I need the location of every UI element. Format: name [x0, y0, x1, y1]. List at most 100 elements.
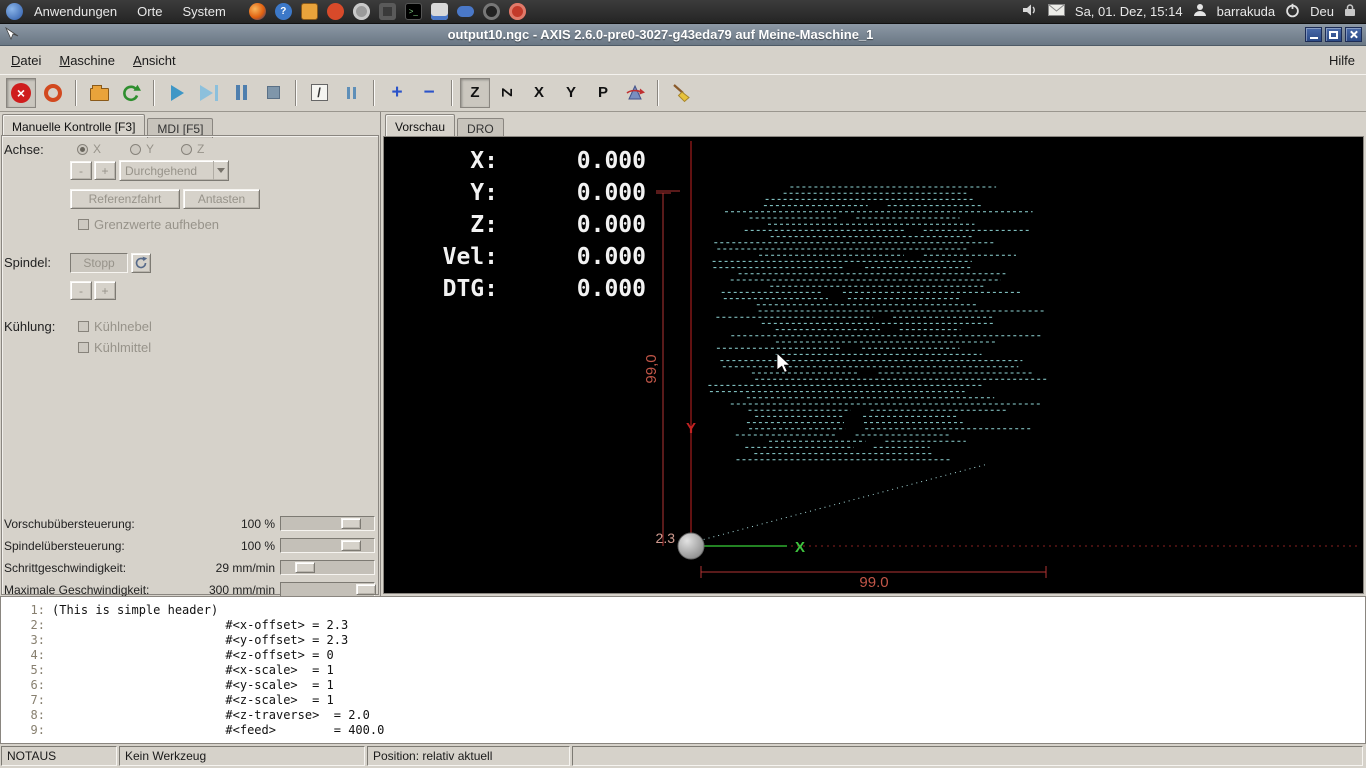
axis-z-radio[interactable]	[181, 144, 192, 155]
rotate-view-button[interactable]	[620, 78, 650, 108]
spindle-brake-button[interactable]	[131, 253, 151, 273]
view-perspective-button[interactable]: P	[588, 78, 618, 108]
gcode-line[interactable]: 5: #<x-scale> = 1	[1, 663, 1365, 678]
jog-speed-handle[interactable]	[294, 562, 315, 573]
x-axis-label: X	[795, 539, 805, 556]
statusbar-filler	[572, 746, 1363, 766]
spindle-override-handle[interactable]	[341, 540, 361, 551]
text-editor-icon[interactable]	[430, 3, 448, 20]
stop-program-button[interactable]	[258, 78, 288, 108]
window-title: output10.ngc - AXIS 2.6.0-pre0-3027-g43e…	[447, 27, 874, 42]
reload-icon	[123, 84, 141, 101]
max-velocity-slider[interactable]	[280, 582, 376, 597]
run-step-button[interactable]	[194, 78, 224, 108]
view-top-button[interactable]: Z	[460, 77, 490, 108]
axis-y-radio[interactable]	[130, 144, 141, 155]
clear-plot-button[interactable]	[666, 78, 696, 108]
titlebar[interactable]: output10.ngc - AXIS 2.6.0-pre0-3027-g43e…	[0, 24, 1366, 46]
step-icon	[200, 84, 213, 101]
jog-speed-slider[interactable]	[280, 560, 375, 575]
menu-hilfe[interactable]: Hilfe	[1320, 48, 1364, 73]
keyboard-layout[interactable]: Deu	[1310, 4, 1334, 19]
run-program-button[interactable]	[162, 78, 192, 108]
package-manager-icon[interactable]	[456, 6, 474, 17]
terminal-icon[interactable]: >_	[404, 3, 422, 20]
menu-maschine[interactable]: Maschine	[50, 48, 124, 73]
gcode-line[interactable]: 7: #<z-scale> = 1	[1, 693, 1365, 708]
gcode-line[interactable]: 4: #<z-offset> = 0	[1, 648, 1365, 663]
toggle-skip-lines-button[interactable]: /	[304, 78, 334, 108]
mouse-cursor	[776, 352, 792, 373]
gcode-line[interactable]: 9: #<feed> = 400.0	[1, 723, 1365, 738]
tab-dro[interactable]: DRO	[457, 118, 504, 138]
help-browser-icon[interactable]: ?	[274, 3, 292, 20]
mail-icon[interactable]	[1047, 4, 1065, 19]
distributor-logo-icon[interactable]	[6, 3, 23, 20]
view-rotated-top-button[interactable]: Z	[492, 78, 522, 108]
jog-minus-button[interactable]: -	[70, 161, 92, 180]
user-name[interactable]: barrakuda	[1217, 4, 1276, 19]
spindle-turn-icon	[135, 256, 148, 269]
jog-increment-select[interactable]: Durchgehend	[119, 160, 229, 181]
zoom-out-button[interactable]: −	[414, 78, 444, 108]
gcode-line[interactable]: 3: #<y-offset> = 2.3	[1, 633, 1365, 648]
window-controls	[1302, 27, 1362, 42]
tab-manual-control[interactable]: Manuelle Kontrolle [F3]	[2, 114, 146, 136]
volume-icon[interactable]	[1022, 3, 1038, 20]
view-side-button[interactable]: X	[524, 78, 554, 108]
machine-power-button[interactable]	[38, 78, 68, 108]
clock[interactable]: Sa, 01. Dez, 15:14	[1075, 4, 1183, 19]
preview-canvas[interactable]: Y X 99,0 99.0 2.3 X: 0.000 Y: 0.000 Z: 0…	[383, 136, 1364, 594]
chat-icon[interactable]	[326, 3, 344, 20]
gcode-line[interactable]: 8: #<z-traverse> = 2.0	[1, 708, 1365, 723]
settings-icon[interactable]	[508, 3, 526, 20]
open-file-button[interactable]	[84, 78, 114, 108]
feed-override-slider[interactable]	[280, 516, 375, 531]
desktop: Anwendungen Orte System ? >_ Sa, 01. Dez…	[0, 0, 1366, 768]
toolbar-separator	[451, 79, 453, 106]
maximize-button[interactable]	[1325, 27, 1342, 42]
gcode-line[interactable]: 1: (This is simple header)	[1, 603, 1365, 618]
flood-checkbox[interactable]	[78, 342, 89, 353]
spindle-plus-button[interactable]: +	[94, 281, 116, 300]
home-axis-button[interactable]: Referenzfahrt	[70, 189, 180, 209]
view-front-button[interactable]: Y	[556, 78, 586, 108]
feed-override-handle[interactable]	[341, 518, 361, 529]
toggle-optional-pause-button[interactable]	[336, 78, 366, 108]
shutdown-icon[interactable]	[1285, 3, 1300, 21]
gcode-line[interactable]: 6: #<y-scale> = 1	[1, 678, 1365, 693]
zoom-in-button[interactable]: +	[382, 78, 412, 108]
gcode-listing[interactable]: 1: (This is simple header) 2: #<x-offset>…	[0, 596, 1366, 744]
applications-menu[interactable]: Anwendungen	[25, 1, 126, 22]
screenshot-icon[interactable]	[378, 3, 396, 20]
places-menu[interactable]: Orte	[128, 1, 171, 22]
spindle-stop-button[interactable]: Stopp	[70, 253, 128, 273]
axis-x-label: X	[93, 142, 102, 156]
gimp-icon[interactable]	[352, 3, 370, 20]
touch-off-button[interactable]: Antasten	[183, 189, 260, 209]
dro-row-x: X: 0.000	[470, 148, 646, 174]
mist-checkbox[interactable]	[78, 321, 89, 332]
panel-menus: Anwendungen Orte System	[0, 1, 235, 22]
axis-x-radio[interactable]	[77, 144, 88, 155]
gcode-line[interactable]: 2: #<x-offset> = 2.3	[1, 618, 1365, 633]
max-velocity-handle[interactable]	[356, 584, 376, 595]
machine-power-icon	[44, 83, 62, 102]
menu-datei[interactable]: Datei	[2, 48, 50, 73]
tab-vorschau[interactable]: Vorschau	[385, 114, 456, 136]
file-manager-icon[interactable]	[300, 3, 318, 20]
pause-program-button[interactable]	[226, 78, 256, 108]
minimize-button[interactable]	[1305, 27, 1322, 42]
reload-file-button[interactable]	[116, 78, 146, 108]
override-limits-checkbox[interactable]	[78, 219, 89, 230]
jog-plus-button[interactable]: +	[94, 161, 116, 180]
spindle-override-slider[interactable]	[280, 538, 375, 553]
spindle-minus-button[interactable]: -	[70, 281, 92, 300]
firefox-icon[interactable]	[248, 3, 266, 20]
cd-burner-icon[interactable]	[482, 3, 500, 20]
close-button[interactable]	[1345, 27, 1362, 42]
system-menu[interactable]: System	[173, 1, 234, 22]
estop-button[interactable]: ×	[6, 77, 36, 108]
lock-icon[interactable]	[1344, 3, 1356, 20]
menu-ansicht[interactable]: Ansicht	[124, 48, 185, 73]
